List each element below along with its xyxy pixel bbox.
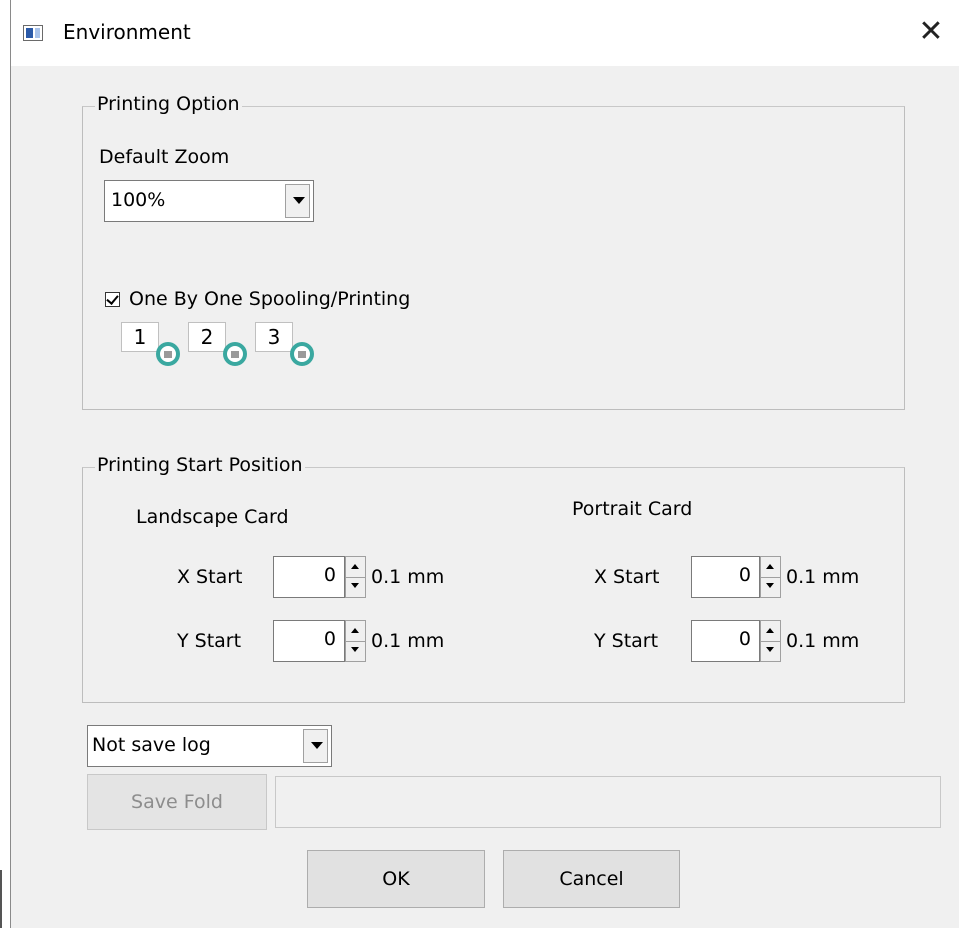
portrait-y-value: 0	[738, 628, 751, 650]
window-app-icon	[23, 25, 43, 41]
landscape-y-value: 0	[323, 628, 336, 650]
down-arrow-icon[interactable]	[761, 577, 780, 597]
portrait-y-unit: 0.1 mm	[786, 630, 860, 652]
landscape-y-label: Y Start	[177, 630, 242, 652]
environment-dialog: Environment ✕ Printing Option Default Zo…	[10, 0, 959, 928]
portrait-y-stepper[interactable]	[760, 620, 781, 662]
down-arrow-icon[interactable]	[346, 577, 365, 597]
cancel-button[interactable]: Cancel	[503, 850, 680, 908]
landscape-y-unit: 0.1 mm	[371, 630, 445, 652]
printer-icon	[223, 342, 247, 366]
save-fold-button[interactable]: Save Fold	[87, 774, 267, 830]
title-bar: Environment ✕	[11, 0, 959, 66]
default-zoom-select[interactable]: 100%	[104, 180, 314, 222]
up-arrow-icon[interactable]	[761, 621, 780, 642]
landscape-x-unit: 0.1 mm	[371, 566, 445, 588]
background-edge	[0, 870, 2, 928]
log-folder-path-field[interactable]	[275, 776, 941, 828]
landscape-card-title: Landscape Card	[136, 506, 289, 528]
portrait-x-label: X Start	[594, 566, 660, 588]
landscape-x-input[interactable]: 0	[273, 556, 345, 598]
down-arrow-icon[interactable]	[346, 641, 365, 661]
chevron-down-icon[interactable]	[285, 184, 310, 218]
window-title: Environment	[63, 20, 191, 44]
log-mode-select[interactable]: Not save log	[87, 725, 332, 767]
portrait-y-input[interactable]: 0	[691, 620, 760, 662]
chevron-down-icon[interactable]	[303, 729, 328, 763]
page-2-icon: 2	[188, 322, 226, 352]
default-zoom-value: 100%	[111, 189, 166, 211]
one-by-one-checkbox[interactable]	[105, 292, 120, 307]
printer-icon	[156, 342, 180, 366]
portrait-x-stepper[interactable]	[760, 556, 781, 598]
printer-icon	[290, 342, 314, 366]
close-icon[interactable]: ✕	[913, 14, 949, 50]
up-arrow-icon[interactable]	[761, 557, 780, 578]
page-3-icon: 3	[255, 322, 293, 352]
ok-button[interactable]: OK	[307, 850, 485, 908]
down-arrow-icon[interactable]	[761, 641, 780, 661]
landscape-y-stepper[interactable]	[345, 620, 366, 662]
landscape-y-input[interactable]: 0	[273, 620, 345, 662]
log-mode-value: Not save log	[92, 734, 211, 756]
portrait-x-unit: 0.1 mm	[786, 566, 860, 588]
up-arrow-icon[interactable]	[346, 621, 365, 642]
landscape-x-value: 0	[323, 564, 336, 586]
portrait-x-input[interactable]: 0	[691, 556, 760, 598]
start-position-legend: Printing Start Position	[95, 454, 305, 476]
one-by-one-label[interactable]: One By One Spooling/Printing	[129, 288, 410, 310]
default-zoom-label: Default Zoom	[99, 146, 230, 168]
landscape-x-stepper[interactable]	[345, 556, 366, 598]
portrait-x-value: 0	[738, 564, 751, 586]
up-arrow-icon[interactable]	[346, 557, 365, 578]
printing-option-legend: Printing Option	[95, 93, 242, 115]
portrait-card-title: Portrait Card	[572, 498, 693, 520]
landscape-x-label: X Start	[177, 566, 243, 588]
portrait-y-label: Y Start	[594, 630, 659, 652]
page-1-icon: 1	[121, 322, 159, 352]
